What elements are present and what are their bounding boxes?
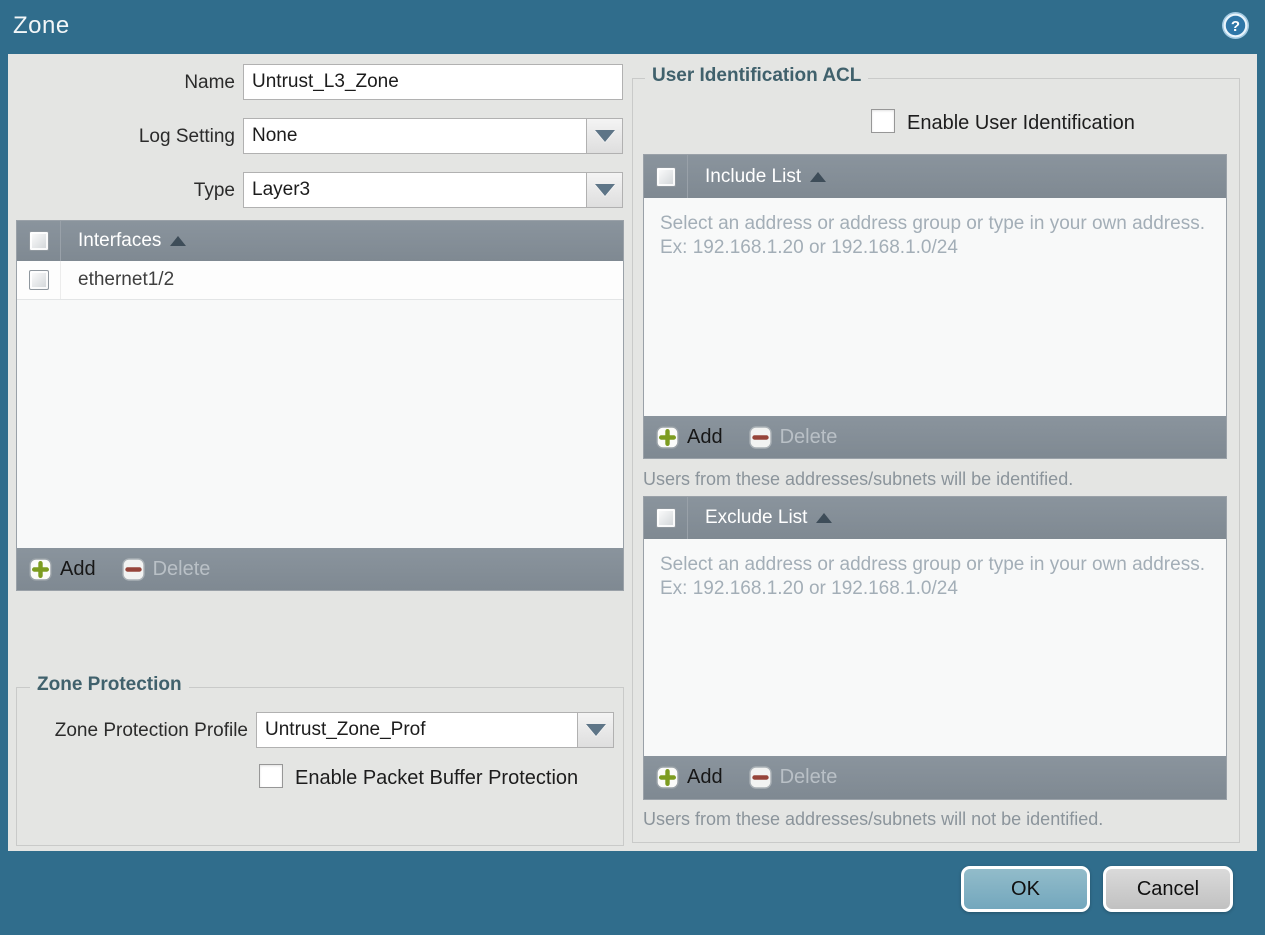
sort-ascending-icon[interactable] [810, 171, 827, 182]
type-dropdown[interactable]: Layer3 [243, 172, 623, 208]
type-dropdown-button[interactable] [586, 172, 623, 208]
interfaces-add-button[interactable]: Add [29, 558, 96, 581]
interfaces-table: Interfaces ethernet1/2 Add Delete [16, 220, 624, 591]
exclude-list-table: Exclude List Select an address or addres… [643, 496, 1227, 800]
minus-icon [748, 766, 772, 789]
help-icon[interactable]: ? [1220, 10, 1251, 41]
include-list-header[interactable]: Include List [644, 155, 1226, 198]
exclude-delete-button[interactable]: Delete [748, 766, 838, 789]
select-all-checkbox[interactable] [655, 166, 676, 187]
sort-ascending-icon[interactable] [816, 513, 833, 523]
include-list-placeholder: Select an address or address group or ty… [644, 198, 1226, 416]
add-button-label: Add [687, 425, 723, 448]
exclude-add-button[interactable]: Add [656, 766, 723, 789]
zone-protection-profile-dropdown-button[interactable] [577, 712, 614, 748]
type-label: Type [193, 180, 235, 201]
exclude-list-column-header: Exclude List [705, 507, 808, 528]
interface-name: ethernet1/2 [78, 269, 175, 290]
exclude-list-caption: Users from these addresses/subnets will … [643, 809, 1104, 829]
dialog-title: Zone [13, 12, 70, 39]
zone-protection-profile-dropdown[interactable]: Untrust_Zone_Prof [256, 712, 614, 748]
minus-icon [121, 557, 145, 581]
chevron-down-icon [585, 724, 606, 736]
include-list-column-header: Include List [705, 165, 802, 187]
user-id-acl-section: Enable User Identification Include List … [632, 78, 1240, 843]
dialog-body: Name Log Setting None Type Layer3 Interf… [8, 54, 1257, 851]
cancel-button[interactable]: Cancel [1103, 866, 1233, 912]
select-all-checkbox[interactable] [28, 231, 49, 251]
ok-button[interactable]: OK [961, 866, 1090, 912]
select-all-cell[interactable] [644, 497, 688, 539]
include-list-caption: Users from these addresses/subnets will … [643, 469, 1074, 489]
include-list-table: Include List Select an address or addres… [643, 154, 1227, 459]
table-row-ethernet[interactable]: ethernet1/2 [17, 261, 623, 300]
plus-icon [656, 766, 679, 789]
zone-protection-legend: Zone Protection [30, 674, 189, 696]
zone-protection-profile-label: Zone Protection Profile [54, 720, 248, 741]
enable-user-id-checkbox[interactable] [871, 109, 895, 133]
include-list-footer: Add Delete [644, 416, 1226, 458]
add-button-label: Add [687, 766, 723, 788]
interfaces-delete-button[interactable]: Delete [121, 557, 211, 581]
interfaces-column-header: Interfaces [78, 230, 162, 251]
include-add-button[interactable]: Add [656, 426, 723, 449]
exclude-list-header[interactable]: Exclude List [644, 497, 1226, 539]
include-delete-button[interactable]: Delete [748, 425, 838, 449]
interfaces-table-header[interactable]: Interfaces [17, 221, 623, 261]
log-setting-dropdown-button[interactable] [586, 118, 623, 154]
select-all-cell[interactable] [644, 155, 688, 198]
chevron-down-icon [594, 130, 615, 142]
minus-icon [748, 425, 772, 449]
user-id-acl-legend: User Identification ACL [645, 65, 869, 87]
row-checkbox-cell[interactable] [17, 261, 61, 299]
packet-buffer-checkbox[interactable] [259, 764, 283, 788]
zone-protection-profile-value[interactable]: Untrust_Zone_Prof [256, 712, 577, 748]
interfaces-table-empty-area [17, 300, 623, 548]
exclude-list-footer: Add Delete [644, 756, 1226, 799]
type-value[interactable]: Layer3 [243, 172, 586, 208]
chevron-down-icon [594, 184, 615, 196]
delete-button-label: Delete [779, 766, 838, 788]
enable-user-id-label: Enable User Identification [907, 112, 1135, 134]
plus-icon [656, 425, 679, 449]
zone-dialog: Zone ? Name Log Setting None Type Layer3 [0, 0, 1265, 935]
dialog-titlebar: Zone ? [0, 0, 1265, 54]
name-label: Name [184, 72, 235, 93]
row-checkbox[interactable] [28, 270, 49, 290]
log-setting-label: Log Setting [138, 126, 235, 147]
plus-icon [29, 557, 52, 581]
add-button-label: Add [60, 557, 96, 580]
select-all-cell[interactable] [17, 221, 61, 261]
select-all-checkbox[interactable] [655, 508, 676, 528]
svg-text:?: ? [1231, 18, 1240, 35]
interfaces-table-footer: Add Delete [17, 548, 623, 590]
sort-ascending-icon[interactable] [170, 236, 187, 246]
delete-button-label: Delete [152, 557, 211, 580]
packet-buffer-label: Enable Packet Buffer Protection [295, 767, 579, 789]
log-setting-dropdown[interactable]: None [243, 118, 623, 154]
log-setting-value[interactable]: None [243, 118, 586, 154]
delete-button-label: Delete [779, 425, 838, 448]
name-input[interactable] [243, 64, 623, 100]
exclude-list-placeholder: Select an address or address group or ty… [644, 539, 1226, 756]
